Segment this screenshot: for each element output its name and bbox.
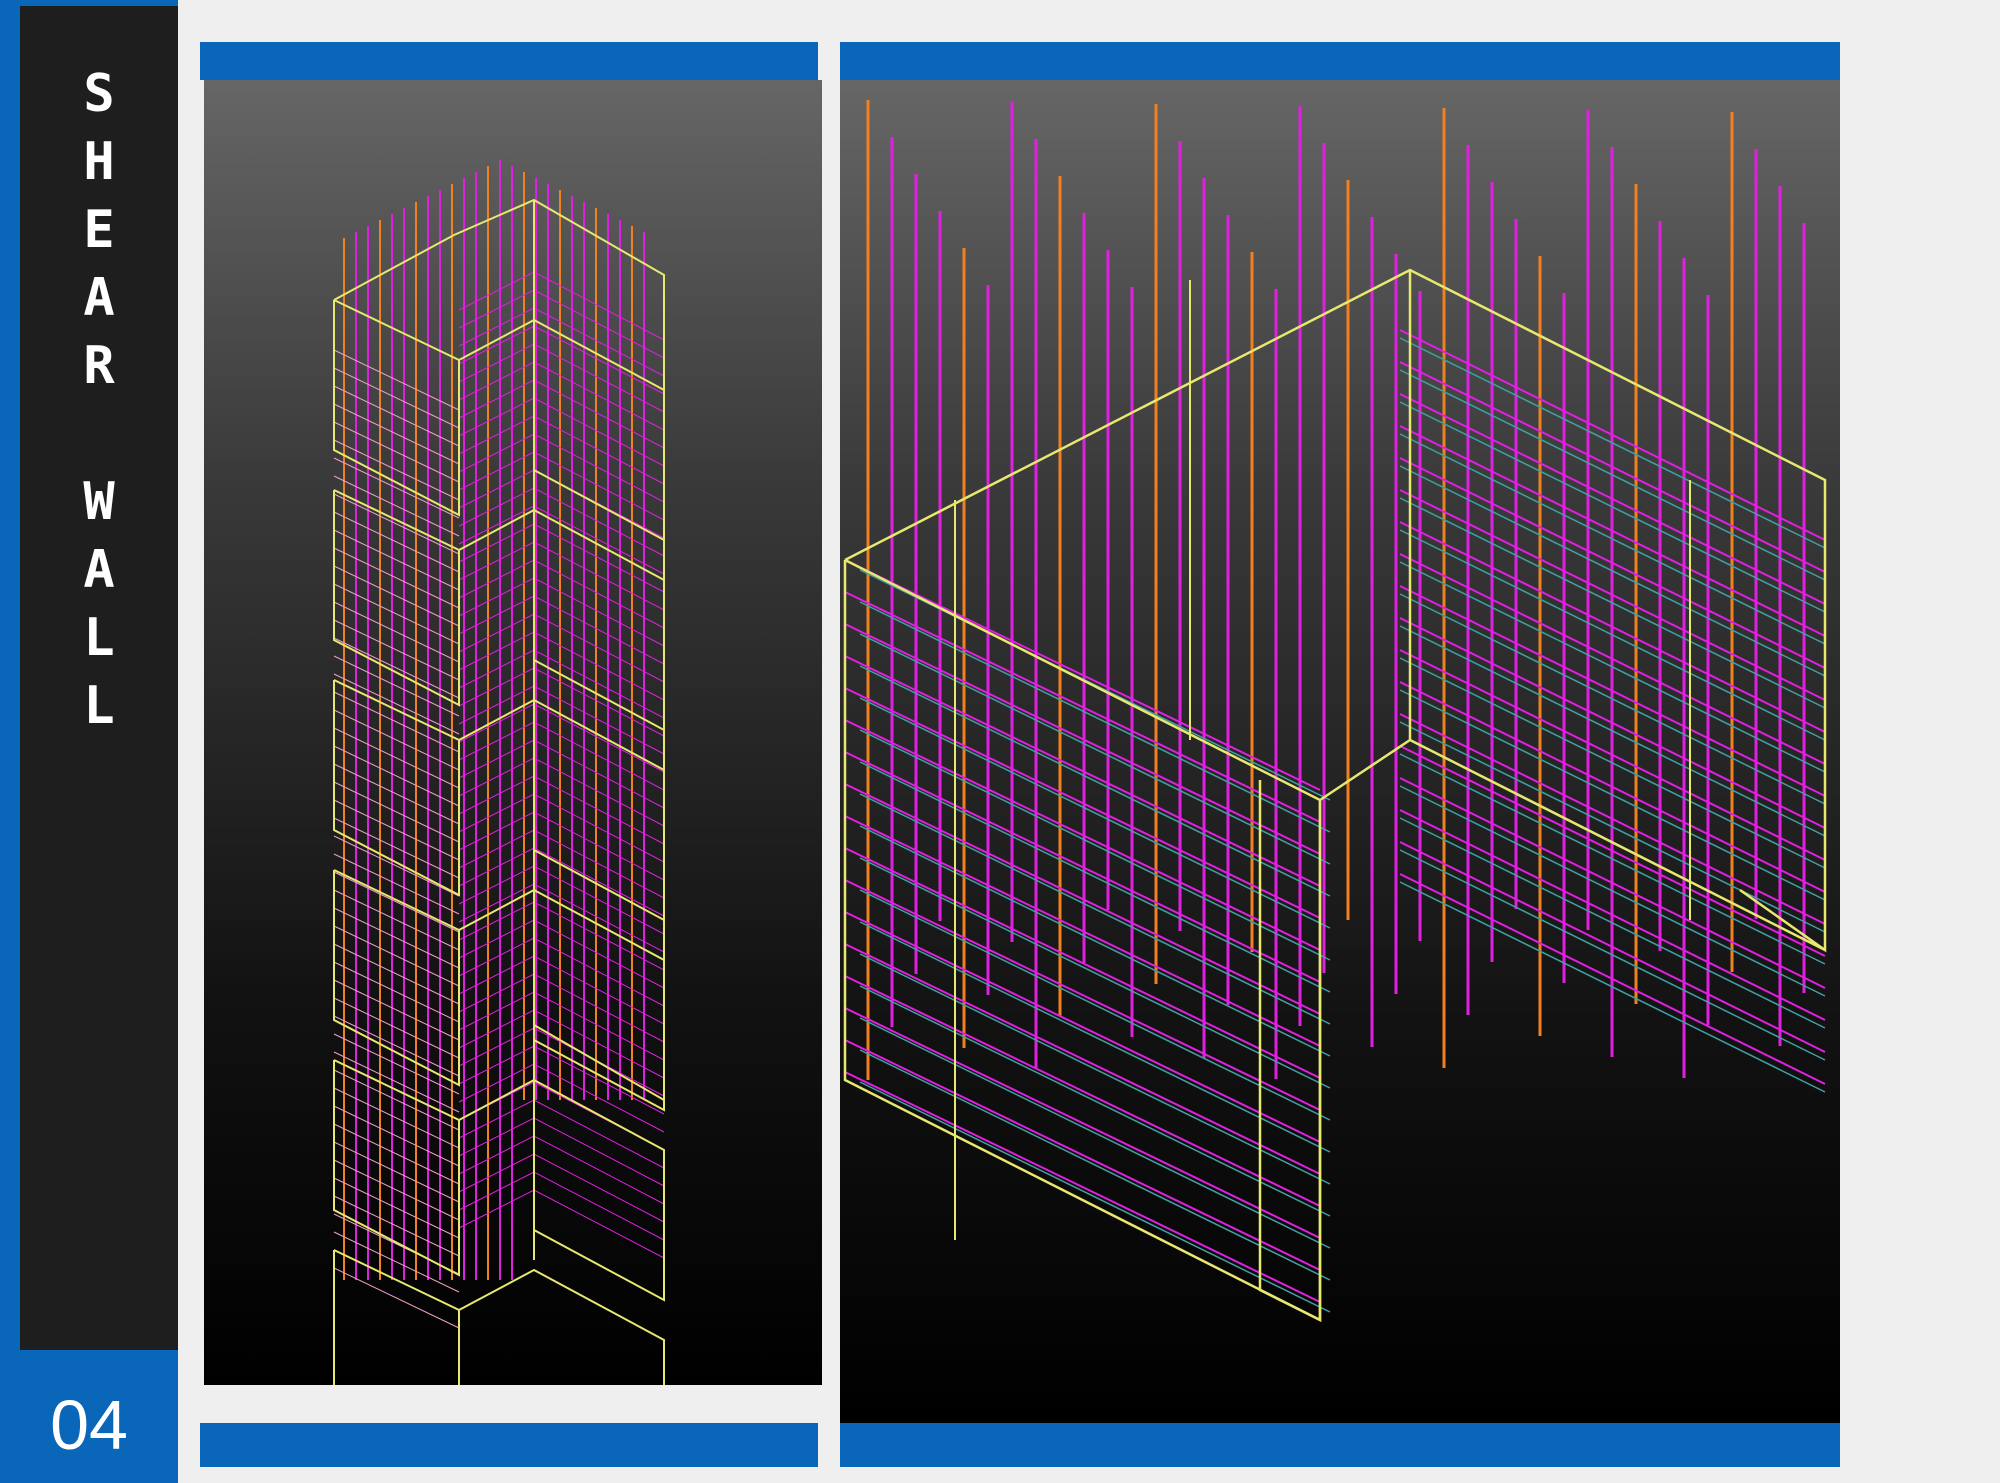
title-letter: R bbox=[83, 336, 115, 396]
title-letter: H bbox=[83, 132, 115, 192]
title-letter: E bbox=[83, 200, 115, 260]
panel-header-bar bbox=[200, 42, 818, 80]
title-letter: W bbox=[83, 472, 115, 532]
rebar-cage-u-wall-icon bbox=[843, 100, 1827, 1323]
title-letter: A bbox=[83, 540, 115, 600]
wall-outline bbox=[458, 1268, 665, 1385]
wall-outline bbox=[458, 508, 665, 732]
right-image-panel bbox=[840, 42, 1840, 1467]
shear-wall-u-core-3d-view bbox=[840, 80, 1840, 1423]
rebar-cage-column-icon bbox=[333, 160, 665, 1385]
panel-footer-bar bbox=[200, 1423, 818, 1467]
wall-outline bbox=[458, 888, 665, 1112]
page-number: 04 bbox=[50, 1386, 128, 1464]
section-title: S H E A R W A L L bbox=[20, 60, 178, 740]
panel-footer-bar bbox=[840, 1423, 1840, 1467]
sidebar-top-accent bbox=[0, 0, 178, 6]
shear-wall-column-3d-view bbox=[204, 80, 822, 1385]
title-letter bbox=[20, 400, 178, 468]
wall-outline bbox=[844, 268, 1827, 953]
title-letter: L bbox=[83, 676, 115, 736]
wall-outline bbox=[458, 1078, 665, 1302]
title-letter: A bbox=[83, 268, 115, 328]
tie-bar bbox=[458, 271, 665, 341]
title-letter: S bbox=[83, 64, 115, 124]
sidebar-accent-strip bbox=[0, 0, 20, 1483]
panel-header-bar bbox=[840, 42, 1840, 80]
left-image-panel bbox=[200, 42, 822, 1467]
title-letter: L bbox=[83, 608, 115, 668]
sidebar: S H E A R W A L L 04 bbox=[0, 0, 178, 1483]
